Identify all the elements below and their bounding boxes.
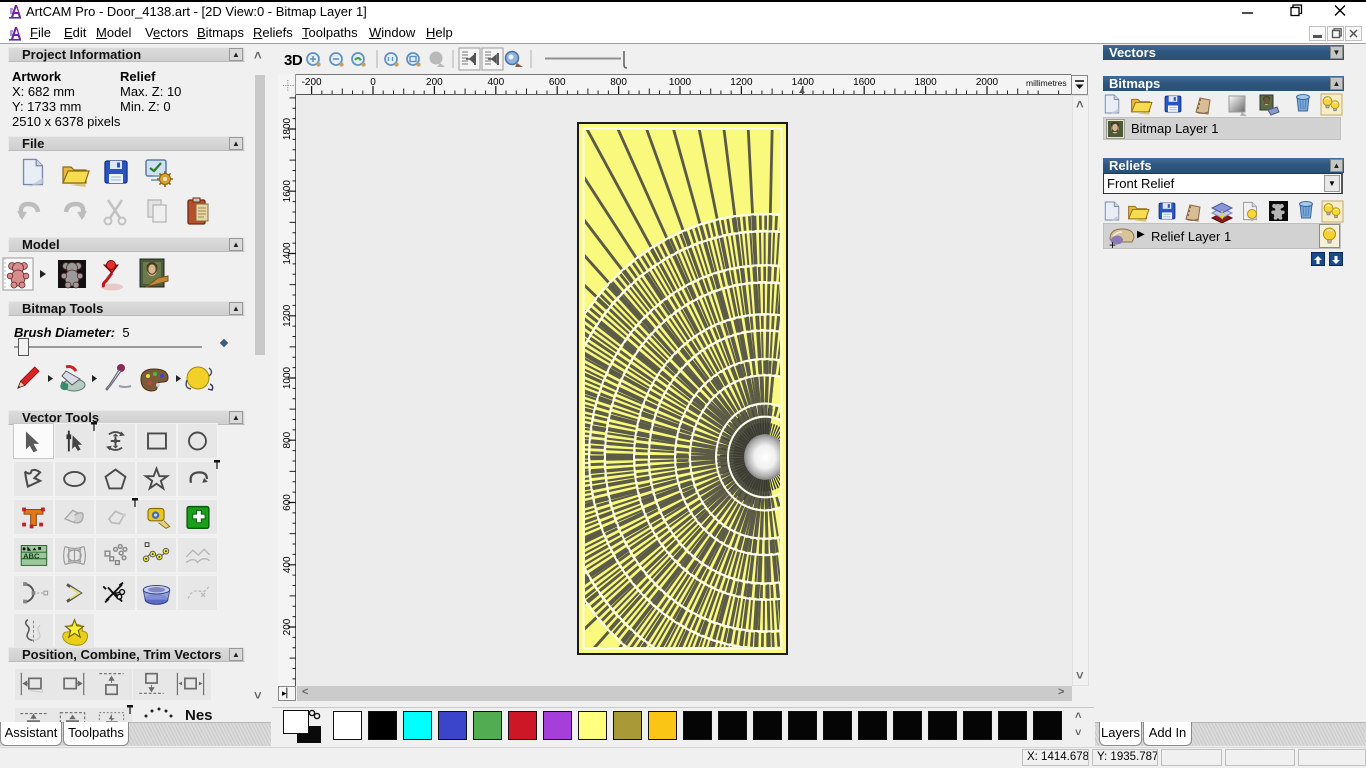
svg-text:1600: 1600: [853, 77, 876, 88]
svg-text:1800: 1800: [282, 117, 293, 140]
svg-text:1200: 1200: [730, 77, 753, 88]
svg-text:1200: 1200: [282, 304, 293, 327]
svg-text:1400: 1400: [282, 242, 293, 265]
svg-text:2000: 2000: [976, 77, 999, 88]
svg-text:1000: 1000: [282, 366, 293, 389]
svg-text:800: 800: [282, 431, 293, 448]
svg-text:+: +: [1109, 238, 1116, 250]
svg-text:1800: 1800: [914, 77, 937, 88]
svg-text:1600: 1600: [282, 180, 293, 203]
svg-text:-200: -200: [302, 77, 322, 88]
svg-text:400: 400: [487, 77, 504, 88]
svg-text:600: 600: [549, 77, 566, 88]
svg-text:600: 600: [282, 494, 293, 511]
svg-text:200: 200: [282, 618, 293, 635]
svg-text:3D: 3D: [284, 52, 303, 69]
svg-text:1400: 1400: [792, 77, 815, 88]
svg-text:800: 800: [610, 77, 627, 88]
svg-text:200: 200: [426, 77, 443, 88]
svg-text:1000: 1000: [669, 77, 692, 88]
svg-text:0: 0: [370, 77, 376, 88]
svg-text:ABC: ABC: [23, 551, 40, 560]
svg-text:400: 400: [282, 556, 293, 573]
